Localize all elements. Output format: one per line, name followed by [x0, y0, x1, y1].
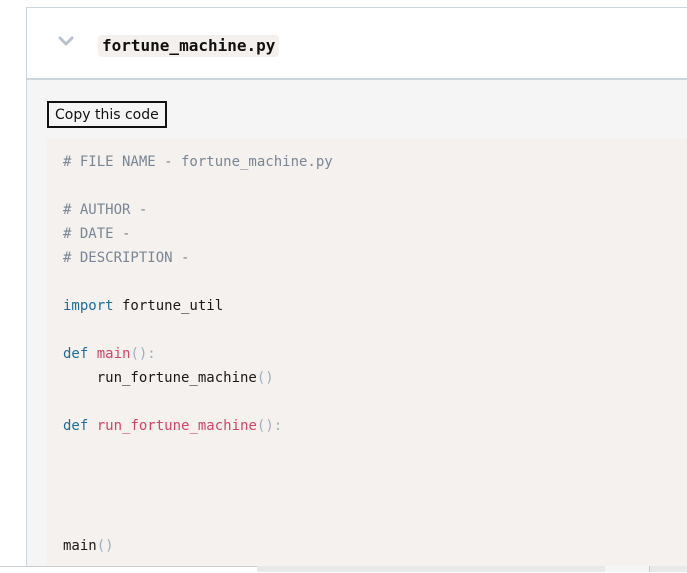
code-text: fortune_util — [113, 298, 224, 314]
code-punctuation: () — [96, 538, 114, 554]
code-line: # DATE - — [63, 222, 687, 246]
code-line: import fortune_util — [63, 294, 687, 318]
code-line: run_fortune_machine() — [63, 366, 687, 390]
code-function-name: main — [96, 346, 131, 362]
code-keyword: import — [63, 298, 114, 314]
chevron-down-icon[interactable] — [58, 34, 74, 46]
code-keyword: def — [63, 418, 89, 434]
code-comment: # DATE - — [63, 226, 131, 242]
code-punctuation: (): — [130, 346, 156, 362]
code-block: # FILE NAME - fortune_machine.py # AUTHOR… — [47, 138, 687, 568]
code-comment: # AUTHOR - — [63, 202, 148, 218]
code-punctuation: (): — [256, 418, 283, 434]
code-text: run_fortune_machine — [63, 370, 257, 386]
code-function-name: run_fortune_machine — [96, 418, 257, 434]
code-line: main() — [63, 534, 687, 558]
code-punctuation: () — [256, 370, 274, 386]
code-comment: # DESCRIPTION - — [63, 250, 190, 266]
code-line: # DESCRIPTION - — [63, 246, 687, 270]
code-line: def main(): — [63, 342, 687, 366]
code-comment: # FILE NAME - fortune_machine.py — [63, 154, 333, 170]
code-text: main — [63, 538, 97, 554]
copy-code-button[interactable]: Copy this code — [47, 101, 167, 128]
horizontal-scrollbar-thumb[interactable] — [605, 566, 650, 572]
code-line: # FILE NAME - fortune_machine.py — [63, 150, 687, 174]
file-name: fortune_machine.py — [98, 35, 280, 57]
code-snippet-panel: fortune_machine.py Copy this code # FILE… — [26, 7, 687, 568]
code-line: def run_fortune_machine(): — [63, 414, 687, 438]
snippet-body: Copy this code # FILE NAME - fortune_mac… — [27, 80, 687, 568]
code-keyword: def — [63, 346, 89, 362]
code-line: # AUTHOR - — [63, 198, 687, 222]
snippet-header[interactable]: fortune_machine.py — [27, 8, 687, 80]
